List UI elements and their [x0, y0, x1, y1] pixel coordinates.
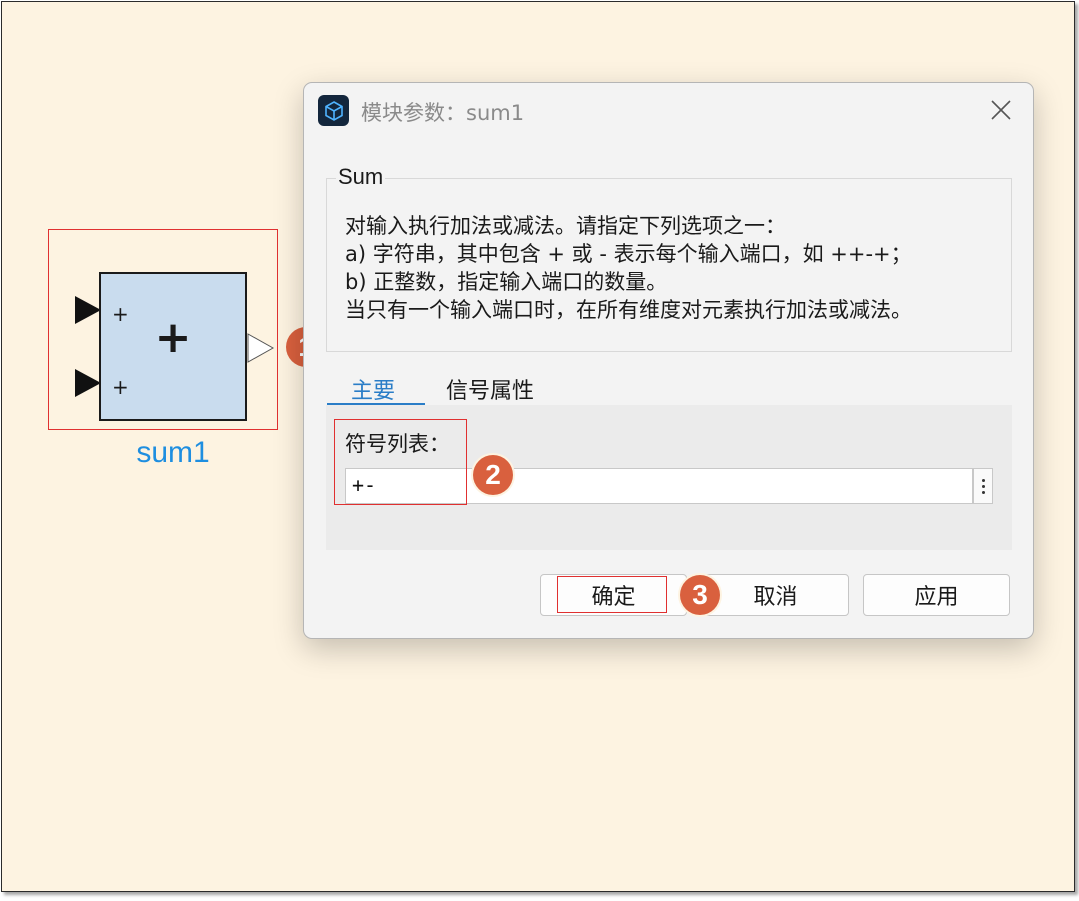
input-port-2-sign: +: [112, 375, 129, 399]
description-line: b) 正整数，指定输入端口的数量。: [345, 270, 668, 294]
ok-highlight-frame: [557, 576, 667, 613]
input-port-1-arrow-icon: [75, 296, 101, 324]
field-highlight-frame: [334, 419, 467, 505]
sum-symbol: +: [154, 312, 192, 363]
block-description: 对输入执行加法或减法。请指定下列选项之一： a) 字符串，其中包含 + 或 - …: [345, 212, 912, 324]
tab-main[interactable]: 主要: [351, 373, 395, 405]
dialog-title: 模块参数：sum1: [361, 101, 525, 125]
tab-signal-attributes[interactable]: 信号属性: [446, 373, 534, 405]
group-title: Sum: [336, 164, 386, 190]
block-parameters-dialog: 模块参数：sum1 Sum 对输入执行加法或减法。请指定下列选项之一： a) 字…: [303, 82, 1034, 639]
apply-button[interactable]: 应用: [863, 574, 1010, 616]
cancel-button[interactable]: 取消: [702, 574, 849, 616]
block-name-label[interactable]: sum1: [99, 436, 247, 470]
description-line: 当只有一个输入端口时，在所有维度对元素执行加法或减法。: [345, 298, 912, 322]
step-marker-3: 3: [680, 575, 720, 615]
input-port-2-arrow-icon: [75, 369, 101, 397]
output-port-arrow-icon: [247, 333, 275, 363]
cube-icon: [318, 95, 349, 126]
vertical-ellipsis-icon[interactable]: [973, 468, 993, 504]
description-line: 对输入执行加法或减法。请指定下列选项之一：: [345, 214, 786, 238]
close-icon[interactable]: [986, 95, 1016, 125]
step-marker-2: 2: [473, 455, 513, 495]
description-line: a) 字符串，其中包含 + 或 - 表示每个输入端口，如 ++-+；: [345, 242, 912, 266]
sum-block[interactable]: + + +: [99, 272, 247, 421]
